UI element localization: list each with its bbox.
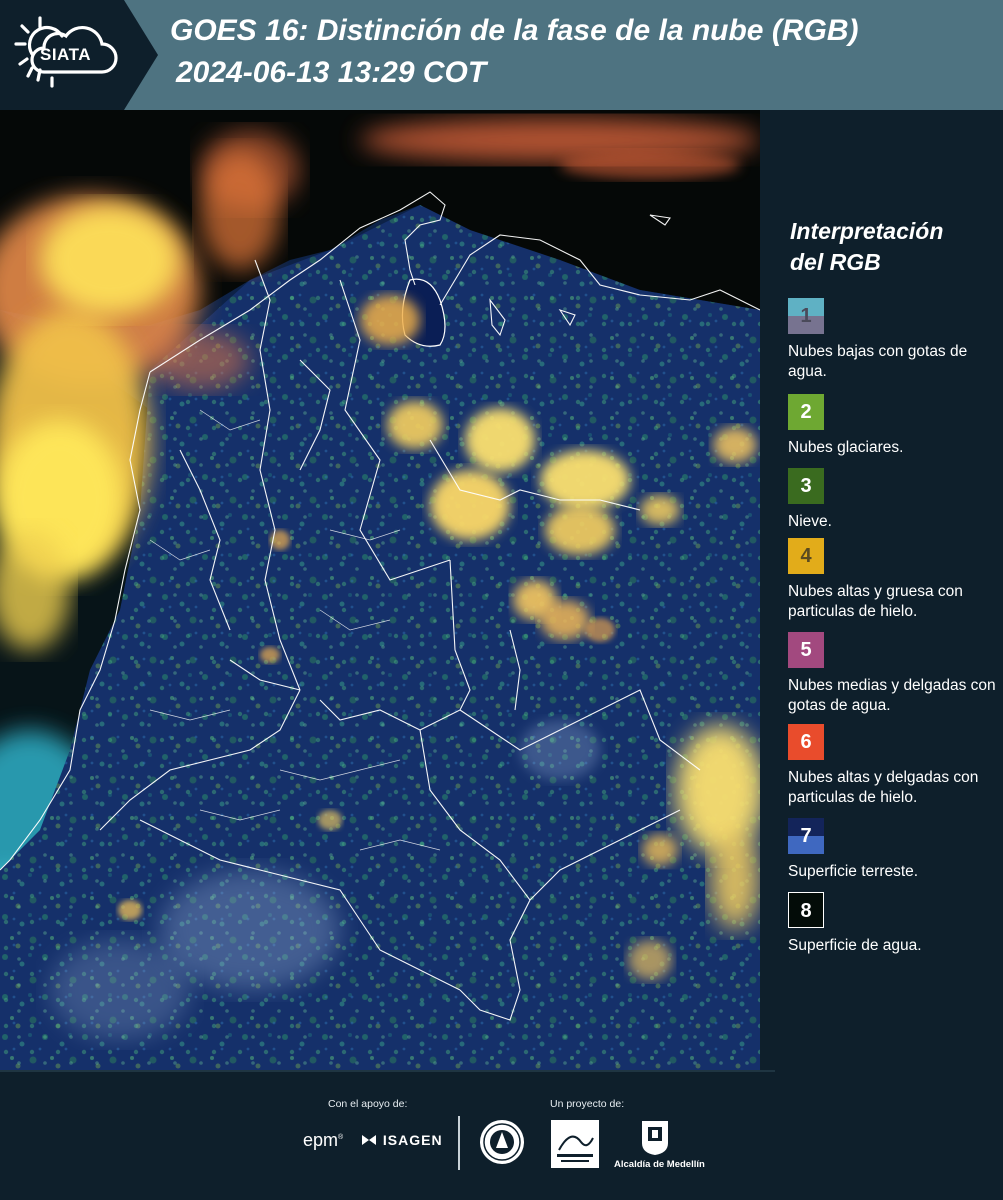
university-seal-icon xyxy=(480,1120,524,1164)
legend-number: 4 xyxy=(800,545,812,567)
page-title: GOES 16: Distinción de la fase de la nub… xyxy=(170,14,859,47)
legend-label: Nieve. xyxy=(788,513,832,530)
legend-title-line1: Interpretación xyxy=(790,218,944,244)
legend-label: Superficie de agua. xyxy=(788,937,922,954)
legend-swatch: 7 xyxy=(788,818,824,854)
legend-label: Superficie terreste. xyxy=(788,863,919,880)
footer: Con el apoyo de: Un proyecto de: epm® IS… xyxy=(0,1070,1003,1200)
legend-label: Nubes glaciares. xyxy=(788,439,904,456)
legend-swatch: 1 xyxy=(788,298,824,334)
medellin-shield-icon xyxy=(642,1121,668,1155)
satellite-rgb-image xyxy=(0,110,760,1070)
legend-label: Nubes medias y delgadas con gotas de agu… xyxy=(788,677,996,714)
isagen-mark-icon xyxy=(362,1135,376,1145)
header-bar: SIATA GOES 16: Distinción de la fase de … xyxy=(0,0,1003,110)
legend-number: 1 xyxy=(800,305,812,327)
legend-item-8: 8 Superficie de agua. xyxy=(788,892,998,956)
legend-label: Nubes altas y delgadas con particulas de… xyxy=(788,769,979,806)
legend-panel: Interpretación del RGB 1 Nubes bajas con… xyxy=(760,110,1003,1070)
legend-number: 5 xyxy=(800,639,812,661)
legend-item-5: 5 Nubes medias y delgadas con gotas de a… xyxy=(788,632,998,716)
legend-item-7: 7 Superficie terreste. xyxy=(788,818,998,882)
legend-number: 3 xyxy=(800,475,812,497)
medellin-label: Alcaldía de Medellín xyxy=(614,1159,705,1170)
project-label: Un proyecto de: xyxy=(550,1098,625,1110)
legend-item-6: 6 Nubes altas y delgadas con particulas … xyxy=(788,724,998,808)
legend-swatch: 2 xyxy=(788,394,824,430)
epm-logo: epm® xyxy=(303,1130,344,1150)
logo-text: SIATA xyxy=(40,45,91,64)
legend-item-1: 1 Nubes bajas con gotas de agua. xyxy=(788,298,998,382)
isagen-logo: ISAGEN xyxy=(360,1132,443,1148)
legend-number: 2 xyxy=(800,401,812,423)
legend-item-3: 3 Nieve. xyxy=(788,468,998,532)
legend-swatch: 3 xyxy=(788,468,824,504)
support-label: Con el apoyo de: xyxy=(328,1098,408,1110)
legend-number: 6 xyxy=(800,731,812,753)
legend-item-2: 2 Nubes glaciares. xyxy=(788,394,998,458)
timestamp: 2024-06-13 13:29 COT xyxy=(176,56,487,89)
legend-swatch: 5 xyxy=(788,632,824,668)
amva-logo-icon xyxy=(551,1120,599,1168)
legend-label: Nubes bajas con gotas de agua. xyxy=(788,343,968,380)
legend-number: 8 xyxy=(800,900,812,922)
legend-title: Interpretación del RGB xyxy=(790,216,990,278)
legend-label: Nubes altas y gruesa con particulas de h… xyxy=(788,583,963,620)
legend-item-4: 4 Nubes altas y gruesa con particulas de… xyxy=(788,538,998,622)
legend-swatch: 8 xyxy=(788,892,824,928)
legend-swatch: 4 xyxy=(788,538,824,574)
footer-separator xyxy=(0,1070,775,1072)
siata-logo: SIATA xyxy=(0,0,158,110)
legend-number: 7 xyxy=(800,825,812,847)
footer-divider xyxy=(458,1116,460,1170)
legend-title-line2: del RGB xyxy=(790,249,881,275)
legend-swatch: 6 xyxy=(788,724,824,760)
